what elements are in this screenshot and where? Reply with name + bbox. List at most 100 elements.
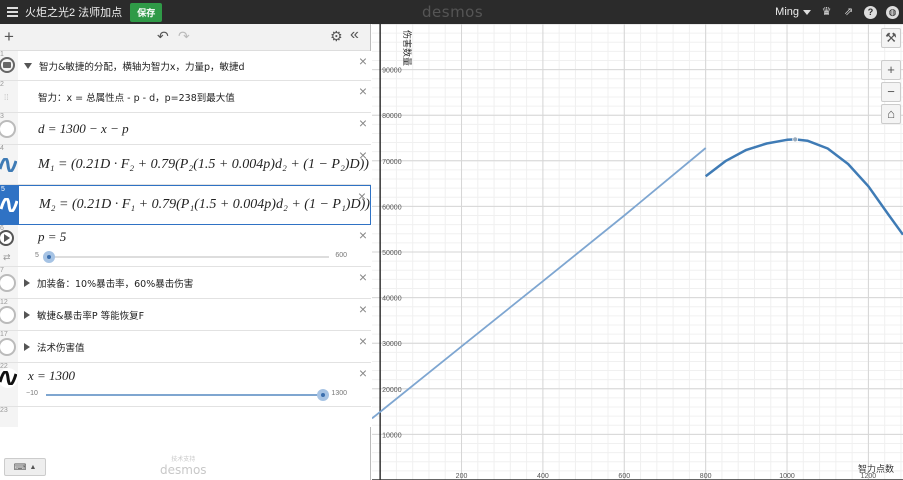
trophy-icon[interactable]: ♛ bbox=[820, 6, 833, 19]
expression-toolbar: + ↶ ↷ ⚙ « bbox=[0, 24, 370, 51]
keyboard-toggle-button[interactable]: ⌨ ▲ bbox=[4, 458, 46, 476]
x-axis-label: 智力点数 bbox=[858, 463, 894, 475]
delete-expression-button[interactable]: × bbox=[358, 189, 366, 203]
slider-x[interactable]: −10 1300 bbox=[26, 389, 347, 401]
x-tick-label: 600 bbox=[618, 473, 630, 480]
expression-row[interactable]: 4 M₁ = (0.21D · F₂ + 0.79(P₂(1.5 + 0.004… bbox=[0, 145, 371, 185]
delete-expression-button[interactable]: × bbox=[359, 116, 367, 130]
settings-button[interactable]: ⚙ bbox=[330, 28, 343, 45]
folder-title[interactable]: 智力&敏捷的分配，横轴为智力x，力量p，敏捷d bbox=[39, 59, 245, 73]
x-tick-label: 400 bbox=[537, 473, 549, 480]
globe-icon[interactable]: ◍ bbox=[886, 5, 899, 19]
graph-paper[interactable]: 200 400 600 800 1000 1200 10000 20000 30000 40000… bbox=[372, 24, 903, 480]
expression-math[interactable]: M₁ = (0.21D · F₂ + 0.79(P₂(1.5 + 0.004p)… bbox=[38, 157, 369, 173]
loop-icon[interactable]: ⇄ bbox=[3, 252, 11, 263]
expression-row-selected[interactable]: 5 M₂ = (0.21D · F₁ + 0.79(P₁(1.5 + 0.004… bbox=[0, 185, 371, 225]
chevron-down-icon bbox=[803, 9, 811, 15]
expression-row[interactable]: 6 ⇄ p = 5 5 600 × bbox=[0, 225, 371, 267]
expression-row[interactable]: 17 法术伤害值 × bbox=[0, 331, 371, 363]
delete-expression-button[interactable]: × bbox=[359, 84, 367, 98]
delete-expression-button[interactable]: × bbox=[359, 228, 367, 242]
row-number: 3 bbox=[0, 113, 4, 120]
y-tick-label: 10000 bbox=[382, 432, 402, 439]
help-icon[interactable]: ? bbox=[864, 5, 877, 19]
y-tick-label: 80000 bbox=[382, 113, 402, 120]
zoom-out-icon[interactable]: − bbox=[881, 82, 901, 102]
add-expression-button[interactable]: + bbox=[4, 27, 14, 47]
folder-collapsed-icon[interactable] bbox=[24, 279, 30, 287]
folder-title[interactable]: 法术伤害值 bbox=[37, 340, 85, 354]
point-of-interest bbox=[792, 136, 799, 143]
expression-row-empty[interactable]: 23 bbox=[0, 407, 371, 427]
series-line-2 bbox=[704, 138, 903, 236]
row-number: 17 bbox=[0, 331, 8, 338]
y-tick-label: 50000 bbox=[382, 250, 402, 257]
folder-collapsed-icon[interactable] bbox=[24, 311, 30, 319]
slider-min[interactable]: −10 bbox=[26, 390, 38, 397]
document-title[interactable]: 火炬之光2 法师加点 bbox=[25, 4, 122, 20]
slider-handle[interactable] bbox=[43, 251, 55, 263]
expression-row[interactable]: 22 x = 1300 −10 1300 × bbox=[0, 363, 371, 407]
row-number: 5 bbox=[1, 186, 5, 193]
expression-math[interactable]: p = 5 bbox=[38, 229, 66, 245]
expression-row[interactable]: 1 智力&敏捷的分配，横轴为智力x，力量p，敏捷d × bbox=[0, 51, 371, 81]
folder-collapsed-icon[interactable] bbox=[24, 343, 30, 351]
y-tick-label: 70000 bbox=[382, 159, 402, 166]
x-tick-label: 200 bbox=[456, 473, 468, 480]
expression-math[interactable]: M₂ = (0.21D · F₁ + 0.79(P₁(1.5 + 0.004p)… bbox=[39, 197, 370, 213]
y-axis-label: 伤害数量 bbox=[401, 30, 413, 66]
slider-handle[interactable] bbox=[317, 389, 329, 401]
x-tick-label: 1000 bbox=[779, 473, 795, 480]
x-tick-label: 800 bbox=[700, 473, 712, 480]
row-number: 12 bbox=[0, 299, 8, 306]
save-button[interactable]: 保存 bbox=[130, 2, 163, 22]
delete-expression-button[interactable]: × bbox=[359, 148, 367, 162]
note-text[interactable]: 智力：x = 总属性点 - p - d，p=238到最大值 bbox=[38, 90, 235, 104]
share-icon[interactable]: ⇗ bbox=[842, 6, 855, 19]
expression-math[interactable]: x = 1300 bbox=[28, 368, 75, 384]
powered-by: 技术支持 desmos bbox=[160, 457, 207, 477]
slider-max[interactable]: 600 bbox=[335, 252, 347, 259]
redo-button[interactable]: ↷ bbox=[178, 28, 190, 45]
row-number: 23 bbox=[0, 407, 8, 414]
expression-row[interactable]: 3 d = 1300 − x − p × bbox=[0, 113, 371, 145]
y-tick-label: 20000 bbox=[382, 387, 402, 394]
slider-max[interactable]: 1300 bbox=[331, 390, 347, 397]
delete-expression-button[interactable]: × bbox=[359, 366, 367, 380]
expression-row[interactable]: 2 ⁞⁞ 智力：x = 总属性点 - p - d，p=238到最大值 × bbox=[0, 81, 371, 113]
folder-expanded-icon[interactable] bbox=[24, 63, 32, 69]
expression-row[interactable]: 12 敏捷&暴击率P 等能恢复F × bbox=[0, 299, 371, 331]
user-menu[interactable]: Ming bbox=[775, 6, 811, 18]
expression-panel: + ↶ ↷ ⚙ « 1 智力&敏捷的分配，横轴为智力x，力量p，敏捷d × 2 … bbox=[0, 24, 371, 480]
y-tick-label: 30000 bbox=[382, 341, 402, 348]
graph-line-icon[interactable] bbox=[0, 195, 19, 215]
expression-row[interactable]: 7 加装备：10%暴击率，60%暴击伤害 × bbox=[0, 267, 371, 299]
row-number: 4 bbox=[0, 145, 4, 152]
y-tick-label: 90000 bbox=[382, 68, 402, 75]
folder-title[interactable]: 敏捷&暴击率P 等能恢复F bbox=[37, 308, 144, 322]
menu-icon[interactable] bbox=[3, 0, 21, 24]
row-number: 7 bbox=[0, 267, 4, 274]
y-tick-label: 40000 bbox=[382, 296, 402, 303]
zoom-in-icon[interactable]: + bbox=[881, 60, 901, 80]
keyboard-icon: ⌨ bbox=[13, 461, 27, 472]
graph-canvas[interactable]: 200 400 600 800 1000 120010000200003000040000… bbox=[372, 24, 903, 480]
wrench-icon[interactable]: ⚒ bbox=[881, 28, 901, 48]
drag-handle-icon[interactable]: ⁞⁞ bbox=[4, 93, 8, 102]
row-number: 2 bbox=[0, 81, 4, 88]
home-icon[interactable]: ⌂ bbox=[881, 104, 901, 124]
slider-min[interactable]: 5 bbox=[35, 252, 39, 259]
undo-button[interactable]: ↶ bbox=[157, 28, 169, 45]
slider-p[interactable]: 5 600 bbox=[35, 251, 347, 263]
chevron-up-icon: ▲ bbox=[29, 463, 37, 471]
delete-expression-button[interactable]: × bbox=[359, 302, 367, 316]
delete-expression-button[interactable]: × bbox=[359, 270, 367, 284]
user-name: Ming bbox=[775, 6, 799, 18]
top-bar: 火炬之光2 法师加点 保存 desmos Ming ♛ ⇗ ? ◍ bbox=[0, 0, 903, 24]
folder-title[interactable]: 加装备：10%暴击率，60%暴击伤害 bbox=[37, 276, 193, 290]
expression-math[interactable]: d = 1300 − x − p bbox=[38, 121, 129, 137]
expression-list: 1 智力&敏捷的分配，横轴为智力x，力量p，敏捷d × 2 ⁞⁞ 智力：x = … bbox=[0, 51, 371, 427]
delete-expression-button[interactable]: × bbox=[359, 54, 367, 68]
collapse-panel-button[interactable]: « bbox=[350, 26, 359, 44]
delete-expression-button[interactable]: × bbox=[359, 334, 367, 348]
